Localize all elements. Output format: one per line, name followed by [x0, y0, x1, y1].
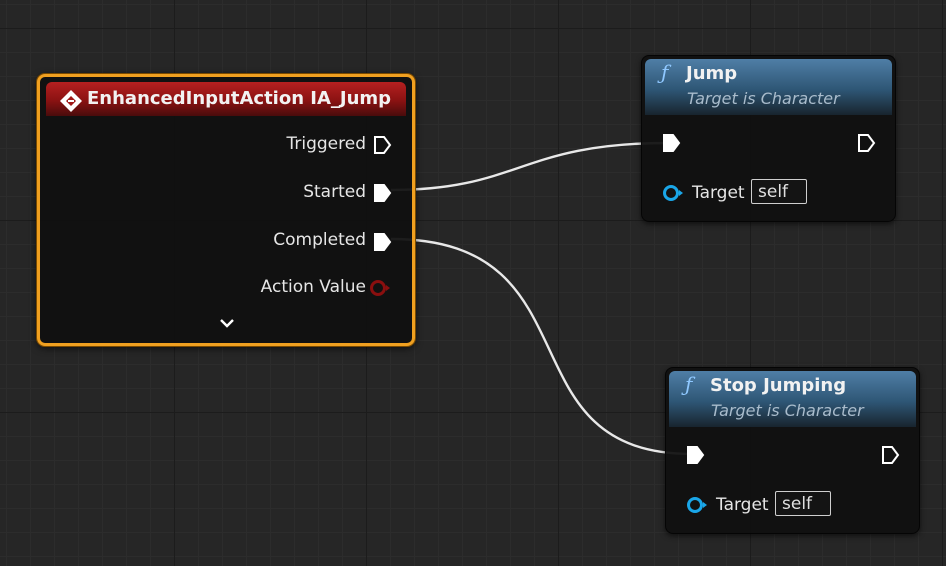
stop-jumping-target-object-pin[interactable] [686, 495, 710, 515]
jump-target-object-pin[interactable] [662, 183, 686, 203]
action-value-pin-label: Action Value [260, 277, 366, 297]
wire-completed-to-stop-jumping[interactable] [390, 237, 693, 456]
event-node-title: EnhancedInputAction IA_Jump [87, 88, 392, 109]
started-exec-pin[interactable] [373, 183, 393, 203]
stop-jumping-exec-in-pin[interactable] [686, 445, 706, 465]
triggered-exec-pin[interactable] [373, 135, 393, 155]
function-node-stop-jumping[interactable]: ƒ Stop Jumping Target is Character Targe… [665, 367, 920, 534]
triggered-pin-label: Triggered [286, 134, 366, 154]
jump-target-label: Target [692, 183, 745, 203]
jump-node-subtitle: Target is Character [687, 89, 840, 108]
function-node-jump[interactable]: ƒ Jump Target is Character Target self [641, 55, 896, 222]
jump-exec-out-pin[interactable] [857, 133, 877, 153]
jump-exec-in-pin[interactable] [662, 133, 682, 153]
stop-jumping-target-label: Target [716, 495, 769, 515]
wire-started-to-jump[interactable] [390, 141, 669, 192]
started-pin-label: Started [303, 182, 366, 202]
event-diamond-icon [60, 90, 82, 112]
jump-node-title: Jump [686, 63, 738, 84]
event-node-ia-jump[interactable]: EnhancedInputAction IA_Jump Triggered St… [37, 74, 415, 346]
stop-jumping-node-title: Stop Jumping [710, 375, 847, 396]
jump-target-self-field[interactable]: self [751, 179, 807, 204]
stop-jumping-target-self-field[interactable]: self [775, 491, 831, 516]
function-f-icon: ƒ [661, 60, 669, 84]
action-value-pin[interactable] [369, 278, 391, 298]
function-f-icon: ƒ [685, 372, 693, 396]
chevron-down-icon[interactable] [218, 317, 236, 331]
completed-pin-label: Completed [273, 230, 366, 250]
stop-jumping-exec-out-pin[interactable] [881, 445, 901, 465]
completed-exec-pin[interactable] [373, 232, 393, 252]
stop-jumping-node-subtitle: Target is Character [711, 401, 864, 420]
